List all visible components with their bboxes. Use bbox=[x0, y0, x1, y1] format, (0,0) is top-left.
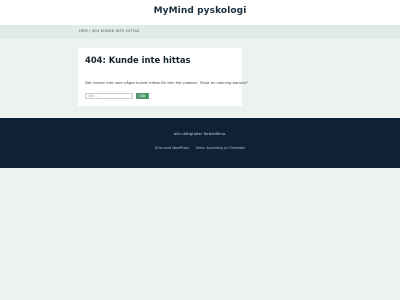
breadcrumb-bar: HEM / 404 KUNDE INTE HITTAS bbox=[0, 25, 400, 39]
site-footer: Alla rättigheter förbehållna. Drivs med … bbox=[0, 118, 400, 168]
footer-copyright: Alla rättigheter förbehållna. bbox=[173, 131, 227, 136]
site-header: MyMind pyskologi bbox=[0, 0, 400, 25]
footer-link-wordpress[interactable]: Drivs med WordPress bbox=[155, 146, 189, 150]
footer-links: Drivs med WordPress Tema: Ascending av T… bbox=[0, 146, 400, 150]
page-background bbox=[0, 168, 400, 300]
not-found-message: Det verkar inte som något kunde hittas f… bbox=[85, 80, 248, 85]
footer-link-theme[interactable]: Tema: Ascending av Themeisle bbox=[196, 146, 245, 150]
search-input[interactable] bbox=[85, 93, 133, 99]
site-title-link[interactable]: MyMind pyskologi bbox=[0, 6, 400, 16]
page-title: 404: Kunde inte hittas bbox=[85, 55, 191, 65]
breadcrumb: HEM / 404 KUNDE INTE HITTAS bbox=[79, 29, 140, 33]
search-button[interactable]: Sök bbox=[136, 93, 149, 99]
not-found-card: 404: Kunde inte hittas Det verkar inte s… bbox=[78, 48, 248, 106]
